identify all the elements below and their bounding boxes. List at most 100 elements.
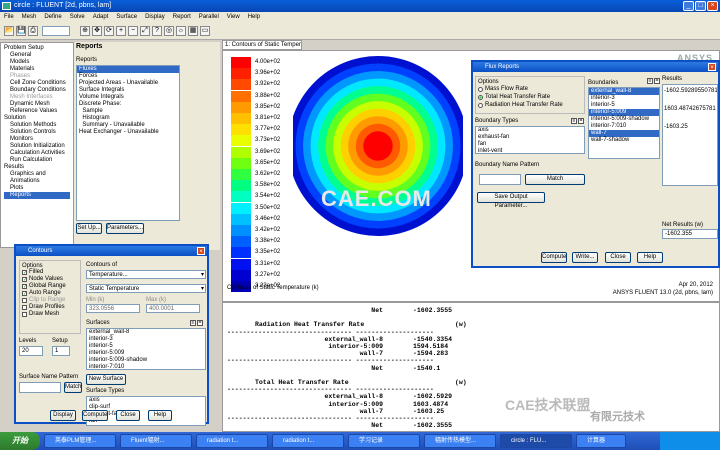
boundary-type-item[interactable]: axis (476, 127, 584, 134)
tree-item-reference-values[interactable]: Reference Values (4, 108, 70, 115)
report-item[interactable]: Sample (77, 108, 179, 115)
taskbar-item[interactable]: 辐射传热模型... (424, 434, 496, 448)
tree-item-phases[interactable]: Phases (4, 73, 70, 80)
checkbox-icon[interactable] (22, 312, 27, 317)
contours-of-select[interactable]: Temperature... (86, 270, 206, 279)
taskbar-item[interactable]: radiation t... (272, 434, 344, 448)
tree-item-graphics-and-animations[interactable]: Graphics and Animations (4, 171, 70, 185)
open-icon[interactable]: 📂 (4, 26, 14, 36)
boundaries-deselect-icon[interactable]: = (654, 78, 660, 84)
setup-input[interactable]: 1 (52, 346, 70, 356)
checkbox-icon[interactable]: ✓ (22, 284, 27, 290)
boundaries-select-all-icon[interactable]: ≡ (647, 78, 653, 84)
boundary-pattern-input[interactable] (479, 174, 521, 185)
boundary-item[interactable]: interior-3 (589, 95, 659, 102)
checkbox-icon[interactable]: ✓ (22, 270, 27, 276)
console-output[interactable]: Net -1602.3555 Radiation Heat Transfer Rat… (222, 302, 720, 432)
report-item[interactable]: Surface Integrals (77, 87, 179, 94)
tree-item-solution-initialization[interactable]: Solution Initialization (4, 143, 70, 150)
camera-icon[interactable]: ◎ (164, 26, 174, 36)
checkbox-icon[interactable]: ✓ (22, 277, 27, 283)
contour-option-checkbox[interactable]: ✓ Auto Range (22, 290, 78, 297)
flux-match-button[interactable]: Match (525, 174, 585, 185)
radio-dot-icon[interactable] (478, 102, 483, 108)
new-surface-button[interactable]: New Surface (86, 374, 126, 385)
menu-display[interactable]: Display (145, 12, 165, 22)
surface-item[interactable]: interior-3 (87, 336, 205, 343)
radio-dot-icon[interactable] (478, 94, 483, 100)
taskbar-item[interactable]: 学习记录 (348, 434, 420, 448)
minimize-button[interactable]: _ (683, 1, 694, 11)
taskbar-item[interactable]: circle : FLU... (500, 434, 572, 448)
surfaces-list[interactable]: external_wall-8 interior-3 interior-5 inter… (86, 328, 206, 370)
taskbar-item[interactable]: 计算器 (576, 434, 626, 448)
deselect-all-icon[interactable]: = (578, 118, 584, 124)
layout-select[interactable] (42, 26, 70, 36)
surface-pattern-input[interactable] (19, 382, 61, 393)
boundary-item[interactable]: interior-7:010 (589, 123, 659, 130)
menu-help[interactable]: Help (248, 12, 260, 22)
menu-surface[interactable]: Surface (116, 12, 137, 22)
zoom-out-icon[interactable]: − (128, 26, 138, 36)
taskbar-item[interactable]: Fluent辐射... (120, 434, 192, 448)
pan-icon[interactable]: ✥ (92, 26, 102, 36)
probe-icon[interactable]: ? (152, 26, 162, 36)
setup-button[interactable]: Set Up... (76, 223, 102, 234)
boundary-types-list[interactable]: axis exhaust-fan fan inlet-vent (475, 126, 585, 154)
maximize-button[interactable]: □ (695, 1, 706, 11)
tree-item-boundary-conditions[interactable]: Boundary Conditions (4, 87, 70, 94)
reports-list[interactable]: Fluxes Forces Projected Areas - Unavailabl… (76, 65, 180, 221)
report-item[interactable]: Volume Integrals (77, 94, 179, 101)
contour-option-checkbox[interactable]: Draw Mesh (22, 311, 78, 318)
parameters-button[interactable]: Parameters... (106, 223, 144, 234)
graphics-tab[interactable]: 1: Contours of Static Temper (222, 40, 302, 50)
menu-report[interactable]: Report (173, 12, 191, 22)
boundary-item[interactable]: interior-5:009-shadow (589, 116, 659, 123)
save-output-parameter-button[interactable]: Save Output Parameter... (477, 192, 545, 209)
tree-item-plots[interactable]: Plots (4, 185, 70, 192)
menu-file[interactable]: File (4, 12, 14, 22)
menu-parallel[interactable]: Parallel (199, 12, 219, 22)
report-item[interactable]: Heat Exchanger - Unavailable (77, 129, 179, 136)
display-icon[interactable]: ▭ (200, 26, 210, 36)
tree-item-solution-methods[interactable]: Solution Methods (4, 122, 70, 129)
surface-item[interactable]: interior-5:009-shadow (87, 357, 205, 364)
tree-item-solution-controls[interactable]: Solution Controls (4, 129, 70, 136)
surface-item[interactable]: interior-5 (87, 343, 205, 350)
contour-close-button[interactable]: Close (116, 410, 140, 421)
mesh-icon[interactable]: ▦ (188, 26, 198, 36)
boundary-type-item[interactable]: exhaust-fan (476, 134, 584, 141)
report-item[interactable]: Projected Areas - Unavailable (77, 80, 179, 87)
report-item[interactable]: Fluxes (77, 66, 179, 73)
zoom-in-icon[interactable]: + (116, 26, 126, 36)
boundary-type-item[interactable]: inlet-vent (476, 148, 584, 153)
contour-option-checkbox[interactable]: ✓ Node Values (22, 276, 78, 283)
report-item[interactable]: Discrete Phase: (77, 101, 179, 108)
select-all-icon[interactable]: ≡ (571, 118, 577, 124)
boundaries-list[interactable]: external_wall-8 interior-3 interior-5 inter… (588, 87, 660, 159)
close-icon[interactable]: × (197, 247, 205, 255)
print-icon[interactable]: ⎙ (28, 26, 38, 36)
menu-define[interactable]: Define (44, 12, 61, 22)
tree-item-calculation-activities[interactable]: Calculation Activities (4, 150, 70, 157)
flux-option-radio[interactable]: Total Heat Transfer Rate (478, 93, 582, 101)
report-item[interactable]: Forces (77, 73, 179, 80)
surface-item[interactable]: interior-7:010 (87, 364, 205, 369)
boundary-item[interactable]: interior-5 (589, 102, 659, 109)
boundary-item[interactable]: wall-7 (589, 130, 659, 137)
checkbox-icon[interactable]: ✓ (22, 291, 27, 297)
flux-option-radio[interactable]: Mass Flow Rate (478, 85, 582, 93)
rotate-icon[interactable]: ⟳ (104, 26, 114, 36)
fit-icon[interactable]: ⤢ (140, 26, 150, 36)
flux-option-radio[interactable]: Radiation Heat Transfer Rate (478, 101, 582, 109)
tree-item-models[interactable]: Models (4, 59, 70, 66)
tree-item-monitors[interactable]: Monitors (4, 136, 70, 143)
contour-option-checkbox[interactable]: ✓ Filled (22, 269, 78, 276)
surface-type-item[interactable]: axis (87, 397, 205, 404)
contour-display-button[interactable]: Display (50, 410, 76, 421)
tree-item-reports[interactable]: Reports (4, 192, 70, 199)
field-select[interactable]: Static Temperature (86, 284, 206, 293)
tree-item-run-calculation[interactable]: Run Calculation (4, 157, 70, 164)
menu-adapt[interactable]: Adapt (93, 12, 109, 22)
contour-option-checkbox[interactable]: Draw Profiles (22, 304, 78, 311)
